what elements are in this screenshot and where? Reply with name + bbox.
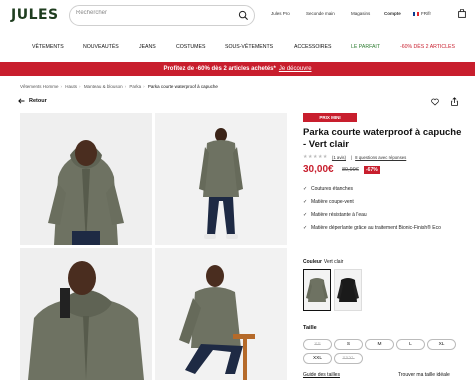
model-illustration <box>20 113 152 245</box>
search-icon[interactable] <box>238 10 249 21</box>
questions-link[interactable]: 8 questions avec réponses <box>355 155 406 160</box>
product-photo-closeup[interactable] <box>20 248 152 380</box>
size-s-button[interactable]: S <box>334 339 363 350</box>
breadcrumb-item[interactable]: Hauts <box>65 84 77 89</box>
breadcrumb-separator: › <box>60 84 63 89</box>
color-swatch-black[interactable] <box>334 269 362 311</box>
size-xs-button[interactable]: XS <box>303 339 332 350</box>
discount-badge: -67% <box>364 166 380 174</box>
product-title: Parka courte waterproof à capuche - Vert… <box>303 127 462 150</box>
breadcrumb-separator: › <box>124 84 127 89</box>
france-flag-icon <box>413 11 419 16</box>
color-label-title: Couleur <box>303 259 322 265</box>
reviews-link[interactable]: (1 avis) <box>332 155 346 160</box>
arrow-left-icon <box>18 98 25 104</box>
nav-accessoires[interactable]: ACCESSOIRES <box>294 44 331 50</box>
feature-item: ✓ Matière déperlante grâce au traitement … <box>303 225 463 232</box>
breadcrumb-separator: › <box>143 84 145 89</box>
product-photo-front[interactable] <box>20 113 152 245</box>
color-label: Couleur Vert clair <box>303 259 343 265</box>
nav-costumes[interactable]: COSTUMES <box>176 44 205 50</box>
nav-sous-vetements[interactable]: SOUS-VÊTEMENTS <box>225 44 273 50</box>
old-price: 89,99€ <box>342 167 359 173</box>
check-icon: ✓ <box>303 212 308 218</box>
share-icon[interactable] <box>451 97 458 106</box>
rating-row: ★★★★★ (1 avis) | 8 questions avec répons… <box>303 154 411 160</box>
main-navigation: VÊTEMENTS NOUVEAUTÉS JEANS COSTUMES SOUS… <box>0 40 475 56</box>
feature-item: ✓ Matière résistante à l'eau <box>303 212 463 219</box>
nav-vetements[interactable]: VÊTEMENTS <box>32 44 64 50</box>
heart-icon[interactable] <box>431 98 439 106</box>
check-icon: ✓ <box>303 225 308 231</box>
search-bar[interactable] <box>69 5 255 26</box>
link-magasins[interactable]: Magasins <box>351 11 370 16</box>
size-guide-link[interactable]: Guide des tailles <box>303 372 340 378</box>
link-compte[interactable]: Compte <box>384 11 401 16</box>
color-value: Vert clair <box>323 259 344 265</box>
nav-promo[interactable]: -60% DÈS 2 ARTICLES <box>400 44 455 50</box>
size-xl-button[interactable]: XL <box>427 339 456 350</box>
language-label: FR/fr <box>421 11 431 16</box>
size-label: Taille <box>303 325 317 331</box>
search-input[interactable] <box>76 10 236 16</box>
jules-logo[interactable]: JULES <box>11 7 59 23</box>
breadcrumb-item[interactable]: Parka <box>129 84 141 89</box>
prix-mini-badge: PRIX MINI <box>303 113 357 122</box>
model-illustration <box>155 113 287 245</box>
top-header: JULES Jules Pro Seconde main Magasins Co… <box>0 0 475 34</box>
feature-text: Matière déperlante grâce au traitement B… <box>311 225 441 231</box>
nav-nouveautes[interactable]: NOUVEAUTÉS <box>83 44 119 50</box>
feature-item: ✓ Matière coupe-vent <box>303 199 463 206</box>
back-label: Retour <box>29 98 47 104</box>
fit-finder-link[interactable]: Trouver ma taille idéale <box>398 372 450 378</box>
breadcrumb-current: Parka courte waterproof à capuche <box>147 84 218 89</box>
back-button[interactable]: Retour <box>18 98 47 104</box>
size-xxxl-button[interactable]: XXXL <box>334 353 363 364</box>
promo-banner: Profitez de -60% dès 2 articles achetés*… <box>0 62 475 76</box>
jacket-thumbnail-icon <box>337 278 359 302</box>
language-selector[interactable]: FR/fr <box>413 11 431 16</box>
nav-le-parfait[interactable]: LE PARFAIT <box>351 44 380 50</box>
breadcrumb-item[interactable]: Manteau & blouson <box>84 84 123 89</box>
feature-list: ✓ Coutures étanches ✓ Matière coupe-vent ✓… <box>303 186 463 238</box>
link-jules-pro[interactable]: Jules Pro <box>271 11 290 16</box>
breadcrumb: Vêtements Homme › Hauts › Manteau & blouso… <box>20 84 218 89</box>
size-l-button[interactable]: L <box>396 339 425 350</box>
feature-text: Matière résistante à l'eau <box>311 212 367 218</box>
breadcrumb-item[interactable]: Vêtements Homme <box>20 84 59 89</box>
product-photo-seated[interactable] <box>155 248 287 380</box>
size-m-button[interactable]: M <box>365 339 394 350</box>
product-photo-full[interactable] <box>155 113 287 245</box>
breadcrumb-separator: › <box>79 84 81 89</box>
current-price: 30,00€ <box>303 164 334 175</box>
star-rating-icon: ★★★★★ <box>303 154 328 160</box>
jacket-thumbnail-icon <box>306 278 328 302</box>
rating-separator: | <box>351 154 353 160</box>
link-seconde-main[interactable]: Seconde main <box>306 11 335 16</box>
nav-jeans[interactable]: JEANS <box>139 44 156 50</box>
feature-text: Matière coupe-vent <box>311 199 354 205</box>
color-swatch-green[interactable] <box>303 269 331 311</box>
feature-item: ✓ Coutures étanches <box>303 186 463 193</box>
check-icon: ✓ <box>303 186 308 192</box>
promo-text: Profitez de -60% dès 2 articles achetés* <box>163 66 276 72</box>
check-icon: ✓ <box>303 199 308 205</box>
model-illustration <box>155 248 287 380</box>
shopping-bag-icon[interactable] <box>458 9 466 18</box>
promo-link[interactable]: Je découvre <box>279 66 312 72</box>
model-illustration <box>20 248 152 380</box>
feature-text: Coutures étanches <box>311 186 353 192</box>
size-xxl-button[interactable]: XXL <box>303 353 332 364</box>
